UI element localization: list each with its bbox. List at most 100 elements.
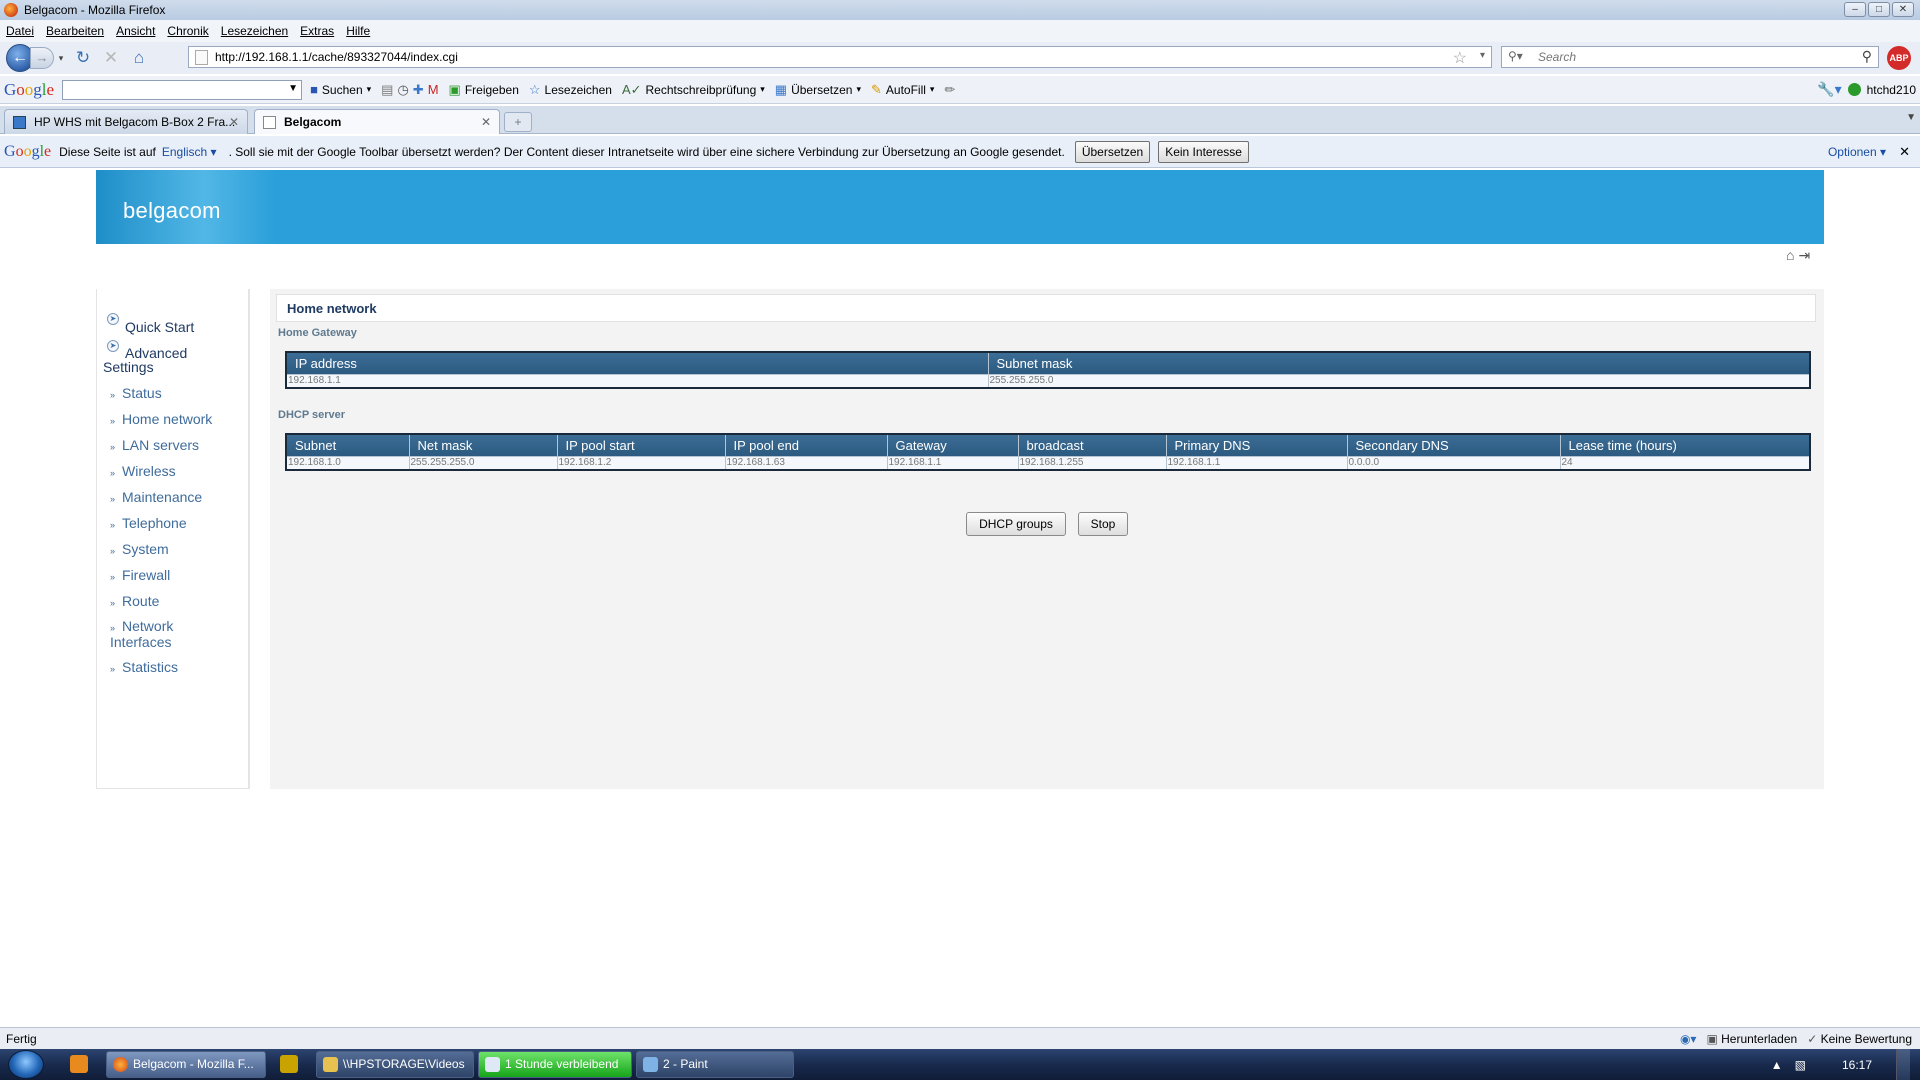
menu-hilfe[interactable]: Hilfe: [346, 24, 370, 38]
tab-belgacom[interactable]: Belgacom ✕: [254, 109, 500, 134]
home-icon[interactable]: ⌂: [128, 47, 150, 69]
menu-extras[interactable]: Extras: [300, 24, 334, 38]
close-tab-icon[interactable]: ✕: [229, 115, 239, 129]
column-header: IP address: [286, 352, 989, 374]
new-tab-button[interactable]: +: [504, 112, 532, 132]
share-button[interactable]: ▣ Freigeben: [449, 82, 519, 98]
stop-button[interactable]: Stop: [1078, 512, 1128, 536]
arrow-circle-icon: ➤: [107, 340, 119, 352]
sidebar-item-advanced-settings[interactable]: ➤ Advanced Settings: [103, 340, 233, 374]
settings-wrench-icon[interactable]: ✏: [944, 82, 955, 98]
bookmarks-button[interactable]: ☆ Lesezeichen: [529, 82, 612, 98]
forward-button[interactable]: →: [30, 47, 54, 69]
table-cell: 192.168.1.1: [1165, 455, 1348, 471]
sidebar-item-route[interactable]: » Route: [110, 593, 159, 609]
rating-icon: ✓: [1807, 1031, 1818, 1046]
sidebar-item-wireless[interactable]: » Wireless: [110, 463, 176, 479]
history-dropdown-icon[interactable]: ▾: [56, 47, 66, 69]
taskbar-item-firefox[interactable]: Belgacom - Mozilla F...: [106, 1051, 266, 1078]
network-icon[interactable]: ▧: [1795, 1058, 1806, 1072]
no-interest-button[interactable]: Kein Interesse: [1158, 140, 1249, 163]
reload-icon[interactable]: ↻: [72, 47, 94, 69]
close-window-button[interactable]: ✕: [1892, 2, 1914, 17]
url-dropdown-icon[interactable]: ▾: [1480, 50, 1485, 61]
folder-icon: [323, 1057, 338, 1072]
media-player-icon[interactable]: [70, 1055, 88, 1073]
sidebar-item-system[interactable]: » System: [110, 541, 169, 557]
gateway-label: Home Gateway: [278, 327, 357, 339]
logout-icon[interactable]: ⇥: [1798, 247, 1810, 264]
taskbar-item-progress[interactable]: 1 Stunde verbleibend: [478, 1051, 632, 1078]
url-text[interactable]: http://192.168.1.1/cache/893327044/index…: [215, 50, 458, 64]
column-header: IP pool end: [725, 434, 888, 456]
clock[interactable]: 16:17: [1842, 1058, 1872, 1072]
wrench-icon[interactable]: 🔧▾: [1817, 81, 1841, 98]
sidebar-item-status[interactable]: » Status: [110, 385, 162, 401]
taskbar-item-folder[interactable]: \\HPSTORAGE\Videos: [316, 1051, 474, 1078]
stop-icon[interactable]: ✕: [100, 47, 122, 69]
sidebar-item-quick-start[interactable]: ➤ Quick Start: [107, 313, 194, 335]
menu-bearbeiten[interactable]: Bearbeiten: [46, 24, 104, 38]
tab-hp-whs[interactable]: HP WHS mit Belgacom B-Box 2 Fra... ✕: [4, 109, 248, 134]
close-tab-icon[interactable]: ✕: [481, 115, 491, 129]
tab-list-icon[interactable]: ▼: [1906, 112, 1916, 123]
menu-chronik[interactable]: Chronik: [167, 24, 208, 38]
sidebar-item-maintenance[interactable]: » Maintenance: [110, 489, 202, 505]
table-cell: 0.0.0.0: [1346, 455, 1561, 471]
dhcp-table: Subnet Net mask IP pool start IP pool en…: [285, 433, 1811, 471]
autofill-button[interactable]: ✎ AutoFill ▾: [871, 82, 934, 98]
belgacom-banner: belgacom: [96, 170, 1824, 244]
google-search-button[interactable]: ■ Suchen ▾: [310, 82, 371, 97]
navigation-toolbar: ← → ▾ ↻ ✕ ⌂ http://192.168.1.1/cache/893…: [0, 42, 1920, 74]
sidebar-item-lan-servers[interactable]: » LAN servers: [110, 437, 199, 453]
options-dropdown[interactable]: Optionen ▾: [1828, 145, 1886, 159]
page-title: Home network: [276, 294, 1816, 322]
table-cell: 255.255.255.0: [987, 373, 1811, 389]
tab-bar: HP WHS mit Belgacom B-Box 2 Fra... ✕ Bel…: [0, 106, 1920, 134]
translate-prefix: Diese Seite ist auf: [59, 144, 156, 159]
sidebar-item-firewall[interactable]: » Firewall: [110, 567, 170, 583]
start-button[interactable]: [8, 1050, 44, 1079]
sidebar-item-telephone[interactable]: » Telephone: [110, 515, 187, 531]
gmail-icon: M: [427, 82, 439, 97]
firefox-icon: [113, 1057, 128, 1072]
google-search-input[interactable]: ▼: [62, 79, 303, 100]
chevron-down-icon[interactable]: ▼: [288, 83, 298, 94]
search-bar[interactable]: ⚲▾ Search ⚲: [1501, 46, 1879, 68]
sidebar-item-home-network[interactable]: » Home network: [110, 411, 212, 427]
google-logo: Google: [4, 79, 55, 99]
close-icon[interactable]: ✕: [1899, 144, 1910, 160]
dhcp-groups-button[interactable]: DHCP groups: [966, 512, 1066, 536]
language-dropdown[interactable]: Englisch ▾: [162, 145, 217, 159]
spellcheck-button[interactable]: A✓ Rechtschreibprüfung ▾: [622, 82, 765, 98]
translate-notification-bar: Google Diese Seite ist auf Englisch ▾ . …: [0, 136, 1920, 168]
minimize-button[interactable]: –: [1844, 2, 1866, 17]
sidebar-item-network-interfaces[interactable]: » Network Interfaces: [110, 619, 220, 649]
gateway-table: IP address Subnet mask 192.168.1.1 255.2…: [285, 351, 1811, 389]
home-icon[interactable]: ⌂: [1786, 247, 1794, 264]
menu-lesezeichen[interactable]: Lesezeichen: [221, 24, 288, 38]
translate-page-button[interactable]: Übersetzen: [1074, 140, 1151, 163]
menu-datei[interactable]: Datei: [6, 24, 34, 38]
adblock-icon[interactable]: ABP: [1887, 46, 1911, 70]
translate-button[interactable]: ▦ Übersetzen ▾: [775, 82, 861, 98]
menu-ansicht[interactable]: Ansicht: [116, 24, 155, 38]
search-engine-icon[interactable]: ⚲▾: [1508, 49, 1523, 63]
tool-icon[interactable]: [280, 1055, 298, 1073]
url-bar[interactable]: http://192.168.1.1/cache/893327044/index…: [188, 46, 1492, 68]
globe-icon[interactable]: ◉▾: [1680, 1032, 1697, 1046]
bookmark-star-icon[interactable]: ☆: [1453, 48, 1467, 68]
column-header: Gateway: [887, 434, 1019, 456]
show-desktop-button[interactable]: [1896, 1049, 1910, 1080]
search-go-icon[interactable]: ⚲: [1862, 48, 1872, 65]
google-user[interactable]: htchd210: [1867, 83, 1916, 97]
maximize-button[interactable]: □: [1868, 2, 1890, 17]
rating-button[interactable]: ✓ Keine Bewertung: [1807, 1032, 1912, 1046]
taskbar-item-paint[interactable]: 2 - Paint: [636, 1051, 794, 1078]
pages-icon: ▤: [381, 81, 394, 97]
tray-expand-icon[interactable]: ▲: [1771, 1058, 1783, 1072]
toolbar-tools-icons[interactable]: ▤ ◷ ✚ M: [381, 82, 438, 98]
sidebar-item-statistics[interactable]: » Statistics: [110, 659, 178, 675]
download-button[interactable]: ▣ Herunterladen: [1706, 1032, 1797, 1046]
table-cell: 192.168.1.63: [724, 455, 888, 471]
